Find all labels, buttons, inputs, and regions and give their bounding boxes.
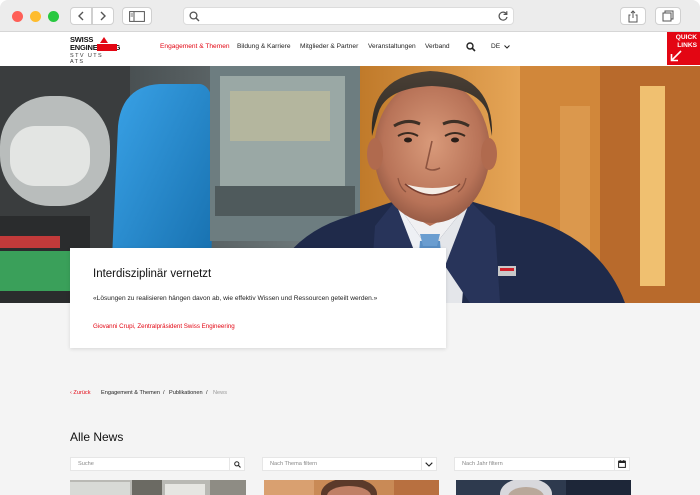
nav-item-bildung[interactable]: Bildung & Karriere bbox=[237, 43, 291, 50]
maximize-window-button[interactable] bbox=[48, 11, 59, 22]
logo-line-3: STV UTS ATS bbox=[70, 53, 104, 65]
share-button[interactable] bbox=[620, 7, 646, 25]
news-thumbnail[interactable] bbox=[456, 480, 631, 495]
share-icon bbox=[628, 9, 638, 22]
news-thumbnail-image bbox=[70, 480, 246, 495]
browser-window: SWISS ENGINEERING STV UTS ATS Engagement… bbox=[0, 0, 700, 495]
nav-item-verband[interactable]: Verband bbox=[425, 43, 450, 50]
nav-item-mitglieder[interactable]: Mitglieder & Partner bbox=[300, 43, 358, 50]
search-icon bbox=[233, 460, 241, 468]
search-icon bbox=[189, 11, 200, 22]
close-window-button[interactable] bbox=[12, 11, 23, 22]
site-search-icon[interactable] bbox=[466, 42, 476, 52]
breadcrumb-separator: / bbox=[163, 390, 165, 396]
reload-icon[interactable] bbox=[497, 10, 509, 22]
year-filter-input[interactable]: Nach Jahr filtern bbox=[454, 457, 630, 471]
site-header: SWISS ENGINEERING STV UTS ATS Engagement… bbox=[0, 32, 700, 66]
nav-item-engagement[interactable]: Engagement & Themen bbox=[160, 43, 230, 50]
news-thumbnail[interactable] bbox=[264, 480, 439, 495]
quote-author: Giovanni Crupi, Zentralpräsident Swiss E… bbox=[93, 323, 235, 330]
logo-triangle bbox=[100, 37, 108, 43]
news-search-input[interactable]: Suche bbox=[70, 457, 245, 471]
hero-quote: «Lösungen zu realisieren hängen davon ab… bbox=[93, 295, 378, 302]
topic-filter-select[interactable]: Nach Thema filtern bbox=[262, 457, 437, 471]
tabs-icon bbox=[662, 10, 674, 22]
address-bar[interactable] bbox=[183, 7, 514, 25]
quick-links-button[interactable]: QUICK LINKS bbox=[667, 32, 700, 65]
calendar-button[interactable] bbox=[614, 457, 629, 471]
language-selector[interactable]: DE bbox=[491, 43, 511, 50]
minimize-window-button[interactable] bbox=[30, 11, 41, 22]
breadcrumb-item-publikationen[interactable]: Publikationen bbox=[169, 390, 203, 396]
swiss-engineering-logo[interactable]: SWISS ENGINEERING STV UTS ATS bbox=[70, 36, 121, 66]
chevron-left-icon bbox=[78, 11, 84, 21]
sidebar-icon bbox=[129, 10, 145, 22]
back-button[interactable] bbox=[70, 7, 92, 25]
breadcrumb-back-link[interactable]: ‹ Zurück bbox=[70, 390, 91, 396]
chevron-right-icon bbox=[100, 11, 106, 21]
news-title: Alle News bbox=[70, 430, 124, 444]
news-thumbnail-image bbox=[264, 480, 439, 495]
language-label: DE bbox=[491, 43, 501, 50]
quick-links-label: QUICK LINKS bbox=[675, 34, 697, 49]
tabs-button[interactable] bbox=[655, 7, 681, 25]
quote-card: Interdisziplinär vernetzt «Lösungen zu r… bbox=[70, 248, 446, 348]
browser-toolbar bbox=[0, 0, 700, 32]
year-placeholder: Nach Jahr filtern bbox=[462, 461, 503, 467]
breadcrumb-item-engagement[interactable]: Engagement & Themen bbox=[101, 390, 160, 396]
arrow-down-left-icon bbox=[670, 50, 682, 62]
topic-dropdown-toggle[interactable] bbox=[421, 457, 436, 471]
nav-item-veranstaltungen[interactable]: Veranstaltungen bbox=[368, 43, 416, 50]
search-button[interactable] bbox=[229, 457, 244, 471]
news-thumbnail-image bbox=[456, 480, 631, 495]
chevron-down-icon bbox=[504, 44, 511, 49]
logo-red-bar bbox=[97, 44, 117, 51]
search-placeholder: Suche bbox=[78, 461, 94, 467]
hero-title: Interdisziplinär vernetzt bbox=[93, 268, 212, 280]
forward-button[interactable] bbox=[92, 7, 114, 25]
topic-placeholder: Nach Thema filtern bbox=[270, 461, 318, 467]
sidebar-toggle-button[interactable] bbox=[122, 7, 152, 25]
news-thumbnail[interactable] bbox=[70, 480, 246, 495]
breadcrumb-item-current: News bbox=[213, 390, 227, 396]
calendar-icon bbox=[618, 460, 626, 468]
breadcrumb-separator: / bbox=[206, 390, 208, 396]
chevron-down-icon bbox=[425, 461, 433, 467]
